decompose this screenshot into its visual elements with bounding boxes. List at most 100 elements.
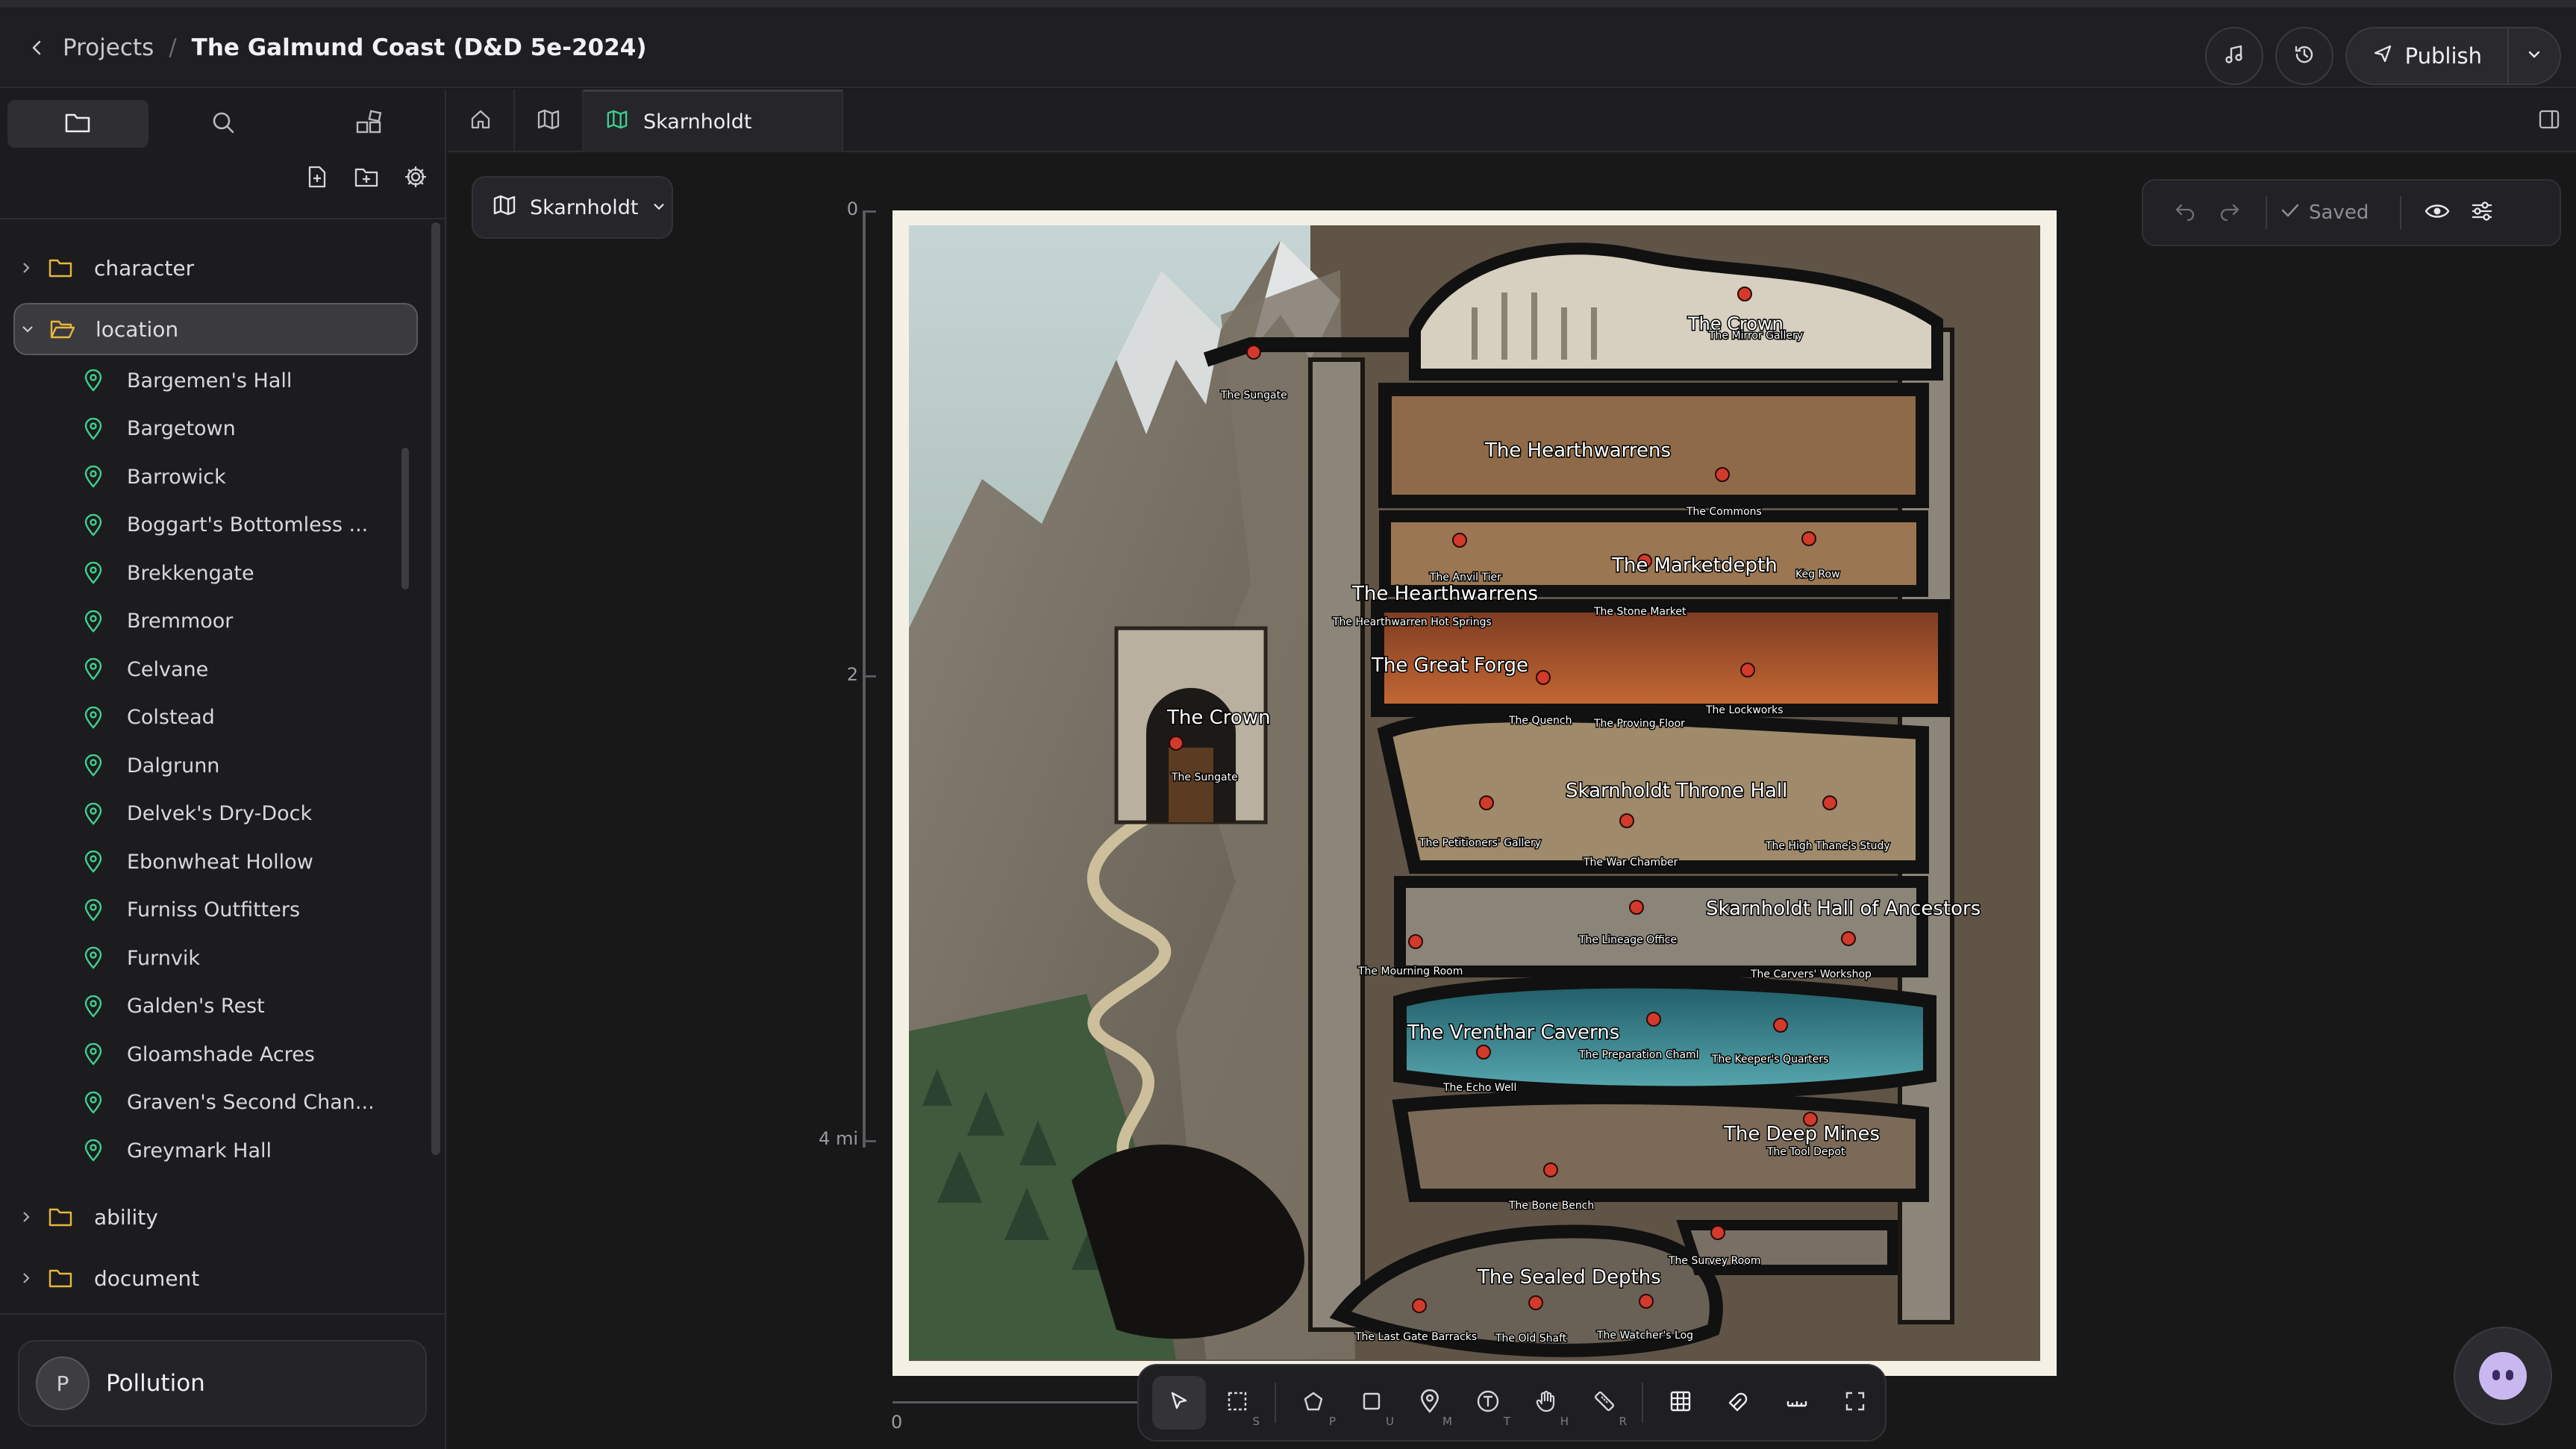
list-item[interactable]: Celvane [0,645,418,694]
marker-tool-button[interactable]: M [1403,1376,1457,1430]
preview-button[interactable] [2415,190,2460,235]
map-canvas[interactable]: Skarnholdt Saved 0 2 4 mi 0 The Crown Th… [448,154,2576,1449]
list-item[interactable]: Greymark Hall [0,1127,418,1175]
shortcut-key: R [1619,1415,1627,1428]
list-item[interactable]: Gloamshade Acres [0,1030,418,1079]
tab-files[interactable] [7,100,149,148]
sidebar-tabs [7,100,439,148]
list-item[interactable]: Dalgrunn [0,742,418,790]
list-item[interactable]: Ebonwheat Hollow [0,838,418,886]
assistant-avatar-icon [2479,1352,2527,1400]
sliders-icon [2470,200,2494,225]
folder-ability[interactable]: ability [13,1191,418,1243]
measure-icon [1785,1389,1809,1416]
folder-icon [48,257,78,278]
polygon-tool-button[interactable]: P [1287,1376,1340,1430]
sidebar: character location Bargemen's Hall Barge… [0,90,446,1449]
map-pin-icon [84,851,106,874]
history-button[interactable] [2275,27,2333,85]
new-file-button[interactable] [303,164,331,193]
sidebar-divider [0,218,445,219]
shortcut-key: T [1503,1415,1510,1428]
tab-maps[interactable] [515,90,584,152]
text-icon [1476,1389,1500,1416]
map-label: The Crown [1166,707,1271,729]
ruler-icon [1592,1389,1616,1416]
text-tool-button[interactable]: T [1461,1376,1515,1430]
map-icon [493,194,516,222]
map-image[interactable]: The Crown The Mirror Gallery The Sungate… [892,210,2057,1376]
folder-document[interactable]: document [13,1252,418,1304]
map-pin-icon [84,369,106,392]
editor-tabs: Skarnholdt [448,90,2576,152]
folder-location[interactable]: location [13,303,418,355]
new-folder-button[interactable] [352,164,381,193]
map-label: The Last Gate Barracks [1354,1331,1477,1343]
list-item[interactable]: Brekkengate [0,549,418,598]
grid-toggle-button[interactable] [1654,1376,1707,1430]
publish-options-button[interactable] [2507,28,2560,84]
redo-button[interactable] [2207,190,2252,235]
list-item[interactable]: Bremmoor [0,598,418,646]
music-button[interactable] [2204,27,2263,85]
projects-link[interactable]: Projects [63,34,154,61]
list-item[interactable]: Bargemen's Hall [0,357,418,405]
map-selector[interactable]: Skarnholdt [472,176,673,239]
tab-skarnholdt[interactable]: Skarnholdt [584,90,843,152]
list-item[interactable]: Graven's Second Chan... [0,1079,418,1127]
map-label: The Sealed Depths [1477,1266,1661,1289]
settings-button[interactable] [401,164,430,193]
map-label: The Bone Bench [1508,1200,1594,1212]
map-pin-icon [84,658,106,681]
ruler-tool-button[interactable]: R [1578,1376,1631,1430]
publish-button[interactable]: Publish [2347,28,2507,84]
rectangle-tool-button[interactable]: U [1345,1376,1398,1430]
select-tool-button[interactable] [1152,1376,1206,1430]
drawing-toolbar: S P U M T H R [1137,1364,1886,1442]
list-item[interactable]: Barrowick [0,453,418,501]
chevron-down-icon [2526,46,2542,66]
location-name: Galden's Rest [127,995,265,1018]
list-item[interactable]: Galden's Rest [0,983,418,1031]
pan-tool-button[interactable]: H [1519,1376,1573,1430]
rectangle-icon [1360,1390,1383,1415]
save-status: Saved [2280,201,2369,224]
chevron-left-icon[interactable] [27,37,48,58]
undo-icon [2174,201,2196,225]
map-settings-button[interactable] [2460,190,2504,235]
tab-search[interactable] [153,100,294,148]
list-item[interactable]: Furniss Outfitters [0,886,418,935]
assistant-button[interactable] [2454,1327,2552,1425]
polygon-icon [1302,1390,1325,1415]
tab-layout[interactable] [298,100,439,148]
scale-toggle-button[interactable] [1770,1376,1824,1430]
list-item[interactable]: Delvek's Dry-Dock [0,790,418,839]
snap-toggle-button[interactable] [1712,1376,1766,1430]
list-item[interactable]: Colstead [0,694,418,742]
tab-home[interactable] [448,90,515,152]
location-list-scrollbar[interactable] [401,448,409,589]
map-label: The Hearthwarrens [1351,583,1538,605]
map-pin-icon [84,947,106,970]
undo-button[interactable] [2163,190,2207,235]
map-label: The Sungate [1220,389,1287,401]
scale-label: 0 [891,1412,903,1433]
sidebar-scrollbar[interactable] [431,222,440,1155]
fullscreen-button[interactable] [1828,1376,1882,1430]
map-label: The Proving Floor [1593,718,1685,730]
list-item[interactable]: Furnvik [0,934,418,983]
location-name: Boggart's Bottomless ... [127,513,369,537]
list-item[interactable]: Bargetown [0,405,418,454]
user-card[interactable]: P Pollution [18,1340,427,1427]
panel-toggle-button[interactable] [2536,107,2563,134]
map-pin-icon [84,898,106,921]
map-pin-icon [84,417,106,440]
folder-character[interactable]: character [13,242,418,294]
marquee-tool-button[interactable]: S [1210,1376,1264,1430]
map-pin-icon [84,610,106,633]
list-item[interactable]: Boggart's Bottomless ... [0,501,418,550]
redo-icon [2219,201,2241,225]
map-label: Keg Row [1795,569,1840,580]
map-label: Skarnholdt Hall of Ancestors [1706,898,1981,920]
location-name: Bargemen's Hall [127,369,293,392]
